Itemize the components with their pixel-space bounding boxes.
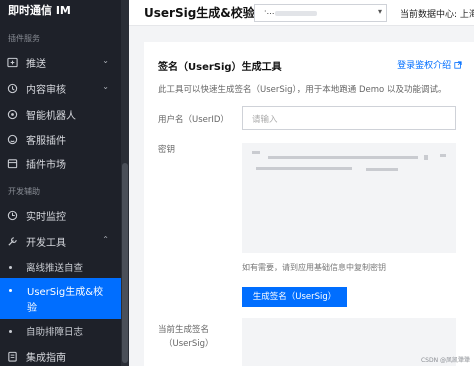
- guide-icon: [7, 351, 18, 362]
- card-description: 此工具可以快速生成签名（UserSig），用于本地跑通 Demo 以及功能调试。: [158, 85, 447, 95]
- username-label: 用户名（UserID）: [158, 115, 229, 125]
- sidebar-subitem-usersig[interactable]: UserSig生成&校 验: [0, 278, 121, 319]
- sidebar-item-market[interactable]: 插件市场: [0, 152, 121, 174]
- sidebar-item-label: 实时监控: [26, 211, 66, 223]
- redacted-key-fragment: [440, 154, 446, 157]
- sidebar-item-label: 客服插件: [26, 135, 66, 147]
- app-select-value: ·…: [264, 7, 275, 16]
- sidebar-item-robot[interactable]: 智能机器人: [0, 103, 121, 125]
- secret-key-label: 密钥: [158, 145, 176, 155]
- app-title: 即时通信 IM: [8, 4, 71, 17]
- sidebar-item-label: 集成指南: [26, 352, 66, 364]
- sidebar-item-label: 推送: [26, 58, 46, 70]
- redacted-key-fragment: [268, 156, 418, 159]
- section-plugins: 插件服务: [8, 34, 40, 43]
- bullet-icon: [9, 265, 12, 269]
- watermark: CSDN @凤凯犟犟: [420, 357, 470, 364]
- section-devtools: 开发辅助: [8, 187, 40, 196]
- bullet-icon: [9, 289, 12, 292]
- top-header: UserSig生成&校验 ·… ▾ 当前数据中心: 上海: [129, 0, 474, 26]
- audit-icon: [7, 83, 18, 94]
- sidebar-subitem-label-line2: 验: [27, 303, 37, 314]
- chevron-down-icon: ▾: [377, 7, 382, 16]
- username-input[interactable]: 请输入: [242, 106, 456, 130]
- chevron-down-icon: ⌄: [102, 56, 109, 65]
- external-link-icon: [454, 61, 462, 71]
- chevron-down-icon: ⌄: [102, 82, 109, 91]
- auth-intro-link[interactable]: 登录鉴权介绍: [397, 58, 462, 71]
- chevron-up-icon: ⌃: [102, 235, 109, 244]
- auth-intro-link-label: 登录鉴权介绍: [397, 61, 452, 71]
- sidebar-item-label: 插件市场: [26, 159, 66, 171]
- monitor-icon: [7, 210, 18, 221]
- secret-key-field[interactable]: [242, 143, 456, 253]
- bullet-icon: [9, 329, 12, 333]
- username-placeholder: 请输入: [252, 115, 278, 125]
- sidebar-item-content-audit[interactable]: 内容审核 ⌄: [0, 77, 121, 99]
- sidebar-item-devtools[interactable]: 开发工具 ⌃: [0, 230, 121, 252]
- current-usersig-label: 当前生成签名: [158, 325, 210, 335]
- redacted-key-fragment: [424, 155, 428, 160]
- sidebar-item-monitor[interactable]: 实时监控: [0, 204, 121, 226]
- sidebar-subitem-label: 离线推送自查: [26, 263, 84, 274]
- data-center-label: 当前数据中心: 上海: [400, 10, 474, 20]
- sidebar-subitem-offline-push-check[interactable]: 离线推送自查: [0, 257, 121, 277]
- sidebar-scrollbar-thumb[interactable]: [122, 163, 128, 363]
- sidebar-item-guide[interactable]: 集成指南: [0, 345, 121, 366]
- redacted-key-fragment: [256, 167, 352, 170]
- sidebar-item-label: 开发工具: [26, 237, 66, 249]
- sidebar-item-support[interactable]: 客服插件: [0, 128, 121, 150]
- push-icon: [7, 57, 18, 68]
- sidebar: 即时通信 IM 插件服务 推送 ⌄ 内容审核 ⌄ 智能机器人 客服插件 插件市场…: [0, 0, 129, 366]
- current-usersig-label-sub: （UserSig）: [164, 339, 214, 349]
- page-title: UserSig生成&校验: [144, 6, 255, 20]
- support-icon: [7, 134, 18, 145]
- tool-icon: [7, 236, 18, 247]
- market-icon: [7, 158, 18, 169]
- usersig-tool-card: 签名（UserSig）生成工具 登录鉴权介绍 此工具可以快速生成签名（UserS…: [144, 42, 474, 366]
- redacted-key-fragment: [366, 168, 398, 171]
- secret-key-hint: 如有需要，请到应用基础信息中复制密钥: [242, 263, 386, 272]
- generate-usersig-button[interactable]: 生成签名（UserSig）: [242, 287, 347, 307]
- robot-icon: [7, 109, 18, 120]
- sidebar-item-label: 智能机器人: [26, 110, 76, 122]
- sidebar-subitem-label-line1: UserSig生成&校: [27, 287, 104, 298]
- sidebar-item-push[interactable]: 推送 ⌄: [0, 51, 121, 73]
- app-name-redacted: [275, 11, 317, 16]
- card-title: 签名（UserSig）生成工具: [158, 62, 282, 73]
- sidebar-subitem-troubleshoot-log[interactable]: 自助排障日志: [0, 321, 121, 341]
- sidebar-subitem-label: 自助排障日志: [26, 327, 84, 338]
- app-select[interactable]: ·… ▾: [254, 4, 387, 22]
- sidebar-item-label: 内容审核: [26, 84, 66, 96]
- redacted-key-fragment: [252, 151, 260, 154]
